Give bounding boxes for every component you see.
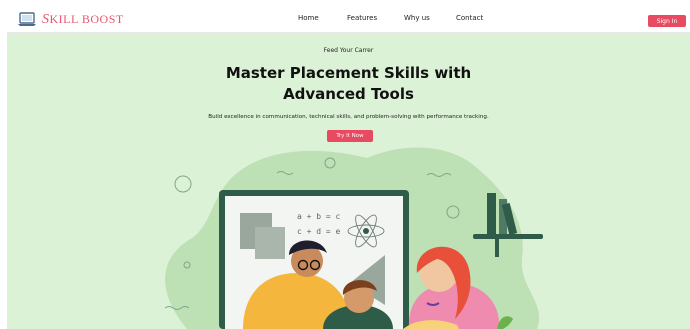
nav-contact[interactable]: Contact <box>456 14 483 22</box>
sign-in-button[interactable]: Sign In <box>648 15 686 27</box>
nav-links: Home Features Why us Contact <box>7 7 690 33</box>
hero-headline: Master Placement Skills with Advanced To… <box>7 63 690 105</box>
nav-why-us[interactable]: Why us <box>404 14 430 22</box>
try-it-now-button[interactable]: Try It Now <box>327 130 373 142</box>
hero-headline-line-2: Advanced Tools <box>283 85 414 103</box>
nav-features[interactable]: Features <box>347 14 377 22</box>
nav-home[interactable]: Home <box>298 14 319 22</box>
hero-headline-line-1: Master Placement Skills with <box>225 64 472 82</box>
hero-subtitle: Build excellence in communication, techn… <box>208 114 489 120</box>
top-navbar: SKILL BOOST Home Features Why us Contact… <box>7 7 690 33</box>
board-formula-1: a + b = c <box>297 212 341 221</box>
hero-section: a + b = c c + d = e Feed Your Carrer Mas… <box>7 33 690 329</box>
hero-eyebrow: Feed Your Carrer <box>323 47 374 54</box>
board-formula-2: c + d = e <box>297 227 341 236</box>
